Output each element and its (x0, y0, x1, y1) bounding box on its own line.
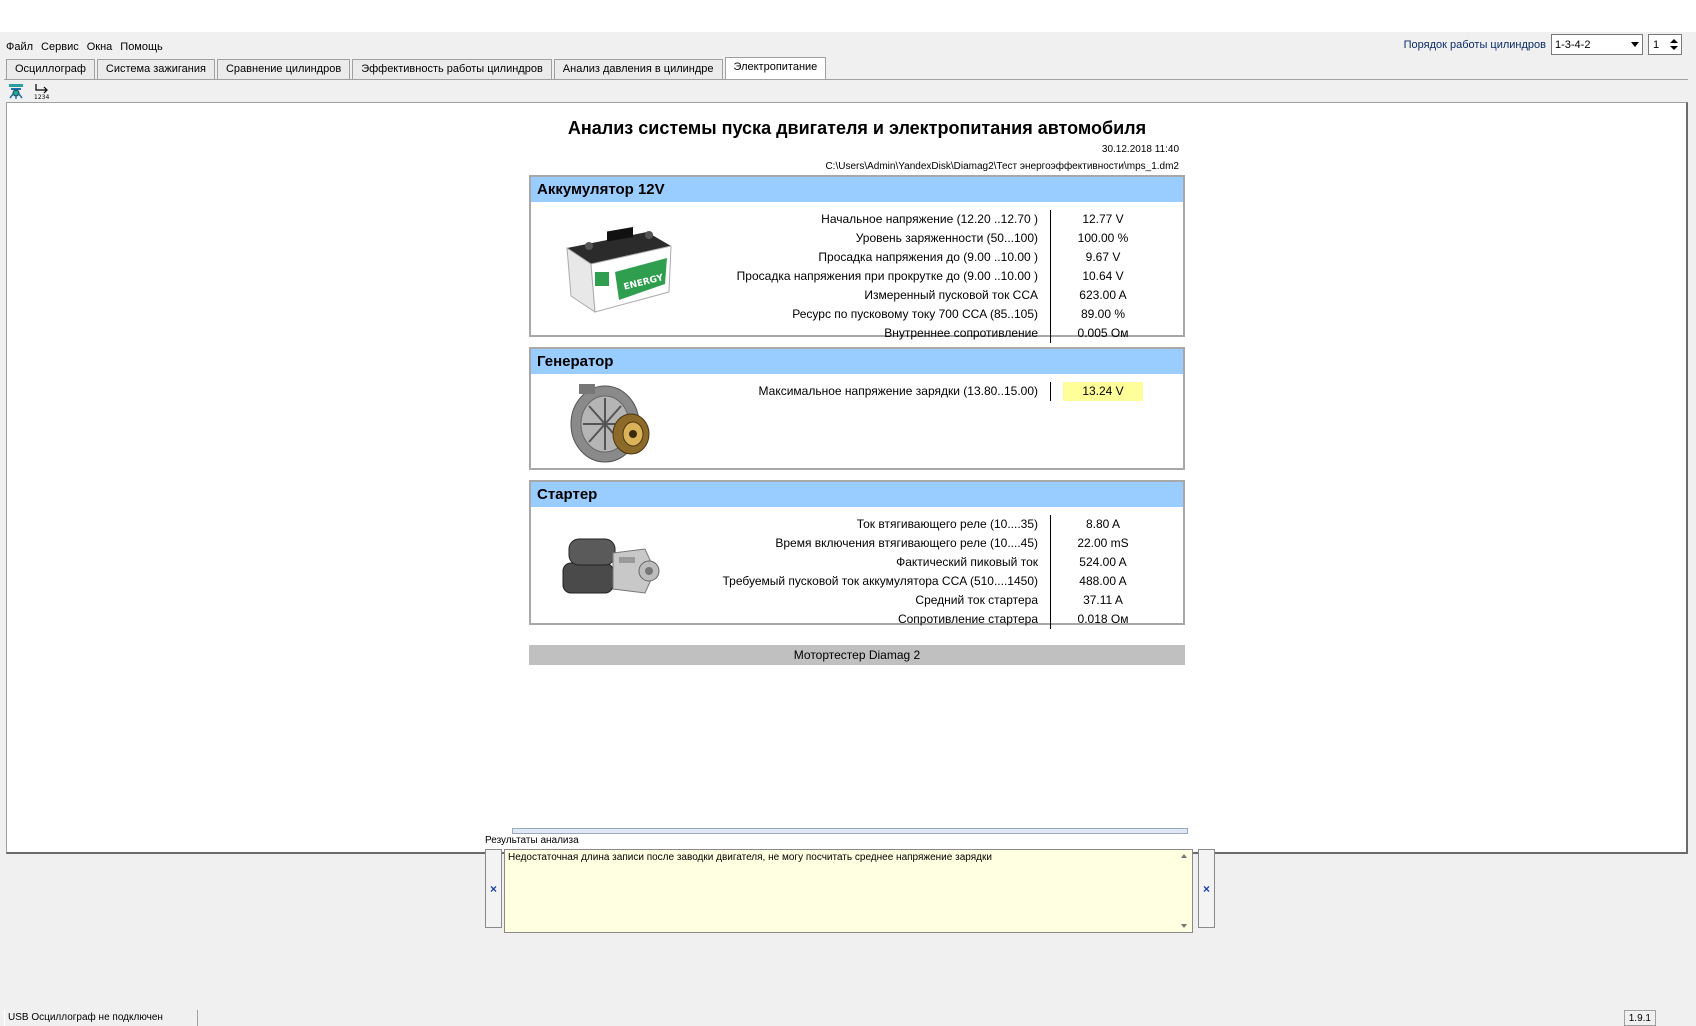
param-row: Просадка напряжения до (9.00 ..10.00 ) 9.… (711, 248, 1183, 267)
param-label: Ток втягивающего реле (10....35) (711, 515, 1051, 534)
param-value: 488.00 A (1079, 574, 1127, 588)
cylinder-spin-input[interactable]: 1 (1648, 34, 1682, 55)
generator-title: Генератор (531, 349, 1183, 374)
menu-service[interactable]: Сервис (41, 40, 79, 54)
tab-ignition[interactable]: Система зажигания (96, 59, 215, 79)
param-label: Измеренный пусковой ток CCA (711, 286, 1051, 305)
param-value: 22.00 mS (1077, 536, 1129, 550)
param-row: Требуемый пусковой ток аккумулятора CCA … (711, 572, 1183, 591)
param-label: Просадка напряжения до (9.00 ..10.00 ) (711, 248, 1051, 267)
sequence-caption: 1234 (34, 94, 49, 100)
menu-file[interactable]: Файл (6, 40, 33, 54)
param-value: 623.00 A (1079, 288, 1127, 302)
analysis-results-panel: Результаты анализа × Недостаточная длина… (483, 833, 1217, 935)
toolbar: 1234 (6, 81, 52, 101)
battery-panel: Аккумулятор 12V ENERGY Начальное напряже… (529, 175, 1185, 343)
tab-cylinder-compare[interactable]: Сравнение цилиндров (216, 59, 351, 79)
cylinder-order-value: 1-3-4-2 (1555, 38, 1591, 51)
param-label: Начальное напряжение (12.20 ..12.70 ) (711, 210, 1051, 229)
tab-cylinder-pressure[interactable]: Анализ давления в цилиндре (553, 59, 723, 79)
param-row: Ток втягивающего реле (10....35) 8.80 A (711, 515, 1183, 534)
scroll-down-icon[interactable] (1181, 924, 1187, 928)
param-row: Начальное напряжение (12.20 ..12.70 ) 12.… (711, 210, 1183, 229)
chevron-down-icon (1631, 42, 1639, 47)
param-row: Сопротивление стартера 0.018 Ом (711, 610, 1183, 629)
tab-cylinder-efficiency[interactable]: Эффективность работы цилиндров (352, 59, 552, 79)
param-label: Максимальное напряжение зарядки (13.80..… (711, 382, 1051, 401)
param-row: Уровень заряженности (50...100) 100.00 % (711, 229, 1183, 248)
sequence-1234-icon[interactable]: 1234 (32, 81, 52, 101)
results-label: Результаты анализа (485, 835, 579, 846)
scroll-up-icon[interactable] (1181, 854, 1187, 858)
menu-windows[interactable]: Окна (87, 40, 113, 54)
param-label: Требуемый пусковой ток аккумулятора CCA … (711, 572, 1051, 591)
param-row: Измеренный пусковой ток CCA 623.00 A (711, 286, 1183, 305)
param-value: 89.00 % (1080, 307, 1126, 321)
param-row: Ресурс по пусковому току 700 CCA (85..10… (711, 305, 1183, 324)
param-row: Фактический пиковый ток 524.00 A (711, 553, 1183, 572)
param-label: Ресурс по пусковому току 700 CCA (85..10… (711, 305, 1051, 324)
close-icon[interactable]: × (1198, 849, 1215, 928)
param-value: 10.64 V (1082, 269, 1124, 283)
starter-image (559, 531, 669, 608)
param-value: 100.00 % (1077, 231, 1129, 245)
param-value: 8.80 A (1085, 517, 1121, 531)
version-label: 1.9.1 (1623, 1010, 1656, 1026)
tab-oscilloscope[interactable]: Осциллограф (6, 59, 95, 79)
results-message: Недостаточная длина записи после заводки… (508, 852, 992, 863)
report-document: Анализ системы пуска двигателя и электро… (6, 102, 1688, 854)
report-title: Анализ системы пуска двигателя и электро… (567, 118, 1147, 138)
usb-status: USB Осциллограф не подключен (4, 1010, 198, 1026)
param-value-warning: 13.24 V (1063, 382, 1143, 401)
param-label: Уровень заряженности (50...100) (711, 229, 1051, 248)
param-label: Внутреннее сопротивление (711, 324, 1051, 343)
generator-params: Максимальное напряжение зарядки (13.80..… (711, 382, 1183, 401)
report-date: 30.12.2018 11:40 (1101, 144, 1179, 155)
starter-panel: Стартер Ток втягивающего реле (10....35)… (529, 480, 1185, 629)
param-value: 524.00 A (1079, 555, 1127, 569)
spin-down-icon[interactable] (1670, 46, 1678, 50)
tab-power-supply[interactable]: Электропитание (724, 57, 827, 79)
starter-params: Ток втягивающего реле (10....35) 8.80 A В… (711, 515, 1183, 629)
param-value: 37.11 A (1083, 593, 1123, 607)
generator-panel: Генератор Максимальное напряжение зарядк… (529, 347, 1185, 470)
param-value: 0.018 Ом (1077, 612, 1129, 626)
param-row: Просадка напряжения при прокрутке до (9.… (711, 267, 1183, 286)
param-value: 12.77 V (1082, 212, 1124, 226)
param-label: Время включения втягивающего реле (10...… (711, 534, 1051, 553)
param-value: 0.005 Ом (1077, 326, 1129, 340)
generator-image (559, 380, 669, 471)
results-message-box[interactable]: Недостаточная длина записи после заводки… (504, 849, 1193, 933)
param-row: Внутреннее сопротивление 0.005 Ом (711, 324, 1183, 343)
cylinder-order-control: Порядок работы цилиндров 1-3-4-2 1 (1404, 34, 1682, 55)
settings-tree-icon[interactable] (6, 81, 26, 101)
param-label: Сопротивление стартера (711, 610, 1051, 629)
status-bar: USB Осциллограф не подключен 1.9.1 (0, 1010, 1696, 1026)
tab-strip: Осциллограф Система зажигания Сравнение … (6, 57, 828, 79)
menu-bar: Файл Сервис Окна Помощь (6, 40, 163, 54)
menu-help[interactable]: Помощь (120, 40, 163, 54)
param-row: Средний ток стартера 37.11 A (711, 591, 1183, 610)
param-label: Фактический пиковый ток (711, 553, 1051, 572)
report: Анализ системы пуска двигателя и электро… (529, 115, 1185, 665)
cylinder-order-select[interactable]: 1-3-4-2 (1551, 34, 1643, 55)
param-row: Максимальное напряжение зарядки (13.80..… (711, 382, 1183, 401)
param-row: Время включения втягивающего реле (10...… (711, 534, 1183, 553)
report-footer: Мотортестер Diamag 2 (529, 645, 1185, 665)
param-label: Просадка напряжения при прокрутке до (9.… (711, 267, 1051, 286)
battery-title: Аккумулятор 12V (531, 177, 1183, 202)
close-icon[interactable]: × (485, 849, 502, 928)
cylinder-spin-value: 1 (1653, 38, 1660, 51)
starter-title: Стартер (531, 482, 1183, 507)
tab-divider (4, 79, 1688, 80)
cylinder-order-label: Порядок работы цилиндров (1403, 38, 1546, 51)
param-label: Средний ток стартера (711, 591, 1051, 610)
param-value: 9.67 V (1085, 250, 1121, 264)
report-file-path: C:\Users\Admin\YandexDisk\Diamag2\Тест э… (825, 161, 1179, 172)
spin-up-icon[interactable] (1670, 39, 1678, 43)
results-scrollbar[interactable] (1178, 850, 1192, 932)
battery-params: Начальное напряжение (12.20 ..12.70 ) 12.… (711, 210, 1183, 343)
battery-image: ENERGY (559, 220, 679, 319)
app-window: Файл Сервис Окна Помощь Порядок работы ц… (0, 32, 1696, 1026)
